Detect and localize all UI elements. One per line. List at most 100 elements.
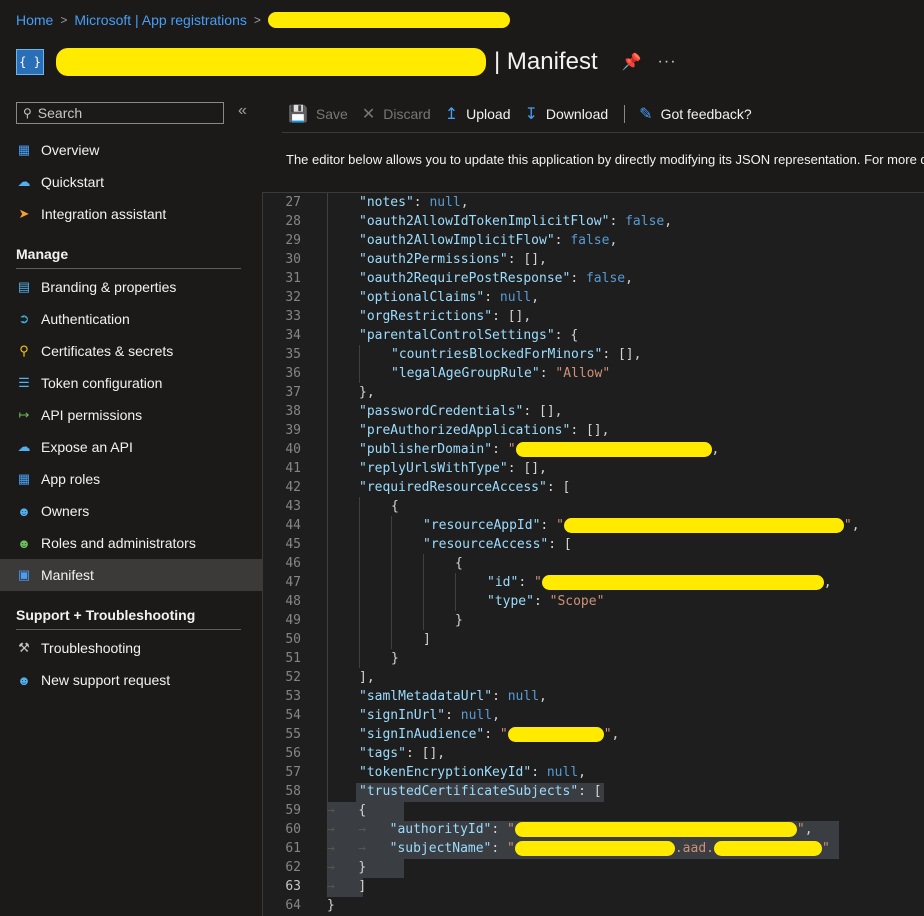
code-line: 56 "tags": [], [263,744,924,763]
line-number: 62 [285,860,301,875]
line-number: 50 [285,632,301,647]
sidebar-item-token-configuration[interactable]: ☰ Token configuration [0,367,262,399]
manifest-icon: ▣ [17,567,31,582]
line-number: 40 [285,442,301,457]
redaction-mark [507,727,604,742]
sidebar-item-owners[interactable]: ☻ Owners [0,495,262,527]
sidebar-item-api-permissions[interactable]: ↦ API permissions [0,399,262,431]
collapse-sidebar-icon[interactable]: « [238,102,247,120]
section-title-manage: Manage [16,246,69,262]
download-icon: ↧ [524,106,538,123]
redaction-mark [56,48,486,76]
code-line: 60 → → "authorityId": " ", [263,820,924,839]
search-placeholder: Search [37,105,83,121]
discard-label: Discard [383,106,431,122]
json-editor[interactable]: 27 "notes": null, 28 "oauth2AllowIdTokenIm… [262,192,924,916]
download-button[interactable]: ↧ Download [525,104,609,124]
sidebar-item-label: Expose an API [41,439,133,455]
page-header: { } | Manifest 📌 ··· [16,42,677,82]
code-line: 39 "preAuthorizedApplications": [], [263,421,924,440]
page-title: | Manifest [494,48,598,75]
code-line: 30 "oauth2Permissions": [], [263,250,924,269]
code-line: 41 "replyUrlsWithType": [], [263,459,924,478]
line-number: 34 [285,328,301,343]
json-key: "trustedCertificateSubjects" [359,784,579,799]
upload-button[interactable]: ↥ Upload [445,104,511,124]
line-number: 33 [285,309,301,324]
code-line: 40 "publisherDomain": ", [263,440,924,459]
line-number: 51 [285,651,301,666]
json-key: "oauth2Permissions" [359,252,508,267]
code-line: 48 "type": "Scope" [263,592,924,611]
download-label: Download [545,106,609,122]
line-number: 55 [285,727,301,742]
json-key: "signInUrl" [359,708,446,723]
sidebar-item-expose-api[interactable]: ☁ Expose an API [0,431,262,463]
sidebar-item-label: Branding & properties [41,279,177,295]
json-value: .aad. [674,841,714,856]
save-button[interactable]: 💾 Save [288,104,348,124]
sidebar-item-branding[interactable]: ▤ Branding & properties [0,271,262,303]
sidebar-item-troubleshooting[interactable]: ⚒ Troubleshooting [0,632,262,664]
json-key: "subjectName" [389,841,492,856]
sidebar-item-new-support-request[interactable]: ☻ New support request [0,664,262,696]
pin-icon[interactable]: 📌 [622,52,642,72]
sidebar-item-label: Owners [41,503,90,519]
breadcrumb-home[interactable]: Home [16,12,53,28]
token-config-icon: ☰ [18,375,30,390]
json-key: "type" [487,594,534,609]
redaction-mark [267,12,510,28]
line-number: 38 [285,404,301,419]
key-icon: ⚲ [19,343,29,358]
sidebar-item-certificates[interactable]: ⚲ Certificates & secrets [0,335,262,367]
code-line: 34 "parentalControlSettings": { [263,326,924,345]
code-line: 44 "resourceAppId": " ", [263,516,924,535]
feedback-button[interactable]: ✎ Got feedback? [639,104,751,124]
branding-icon: ▤ [17,279,31,294]
upload-icon: ↥ [444,106,459,123]
code-line: 64} [263,896,924,915]
json-value: null [460,708,493,723]
breadcrumb-app-registrations[interactable]: Microsoft | App registrations [74,12,246,28]
app-manifest-icon: { } [16,49,44,75]
overview-icon: ▦ [17,142,31,157]
json-key: "samlMetadataUrl" [359,689,493,704]
discard-button[interactable]: ✕ Discard [362,104,431,124]
json-key: "tokenEncryptionKeyId" [359,765,532,780]
sidebar-item-roles-admins[interactable]: ☻ Roles and administrators [0,527,262,559]
divider [282,132,924,133]
divider [16,629,241,630]
sidebar-item-manifest[interactable]: ▣ Manifest [0,559,262,591]
line-number: 44 [285,518,301,533]
line-number: 46 [285,556,301,571]
line-number: 36 [285,366,301,381]
line-number: 37 [285,385,301,400]
sidebar-item-integration-assistant[interactable]: ➤ Integration assistant [0,198,262,230]
code-line: 57 "tokenEncryptionKeyId": null, [263,763,924,782]
search-input[interactable]: ⚲ Search [16,102,224,124]
line-number: 58 [285,784,301,799]
code-line: 27 "notes": null, [263,193,924,212]
save-icon: 💾 [288,106,308,123]
line-number: 49 [285,613,301,628]
line-number: 54 [285,708,301,723]
code-line: 38 "passwordCredentials": [], [263,402,924,421]
sidebar-item-overview[interactable]: ▦ Overview [0,134,262,166]
sidebar-item-authentication[interactable]: ➲ Authentication [0,303,262,335]
more-icon[interactable]: ··· [658,53,677,71]
sidebar-item-label: Quickstart [41,174,105,190]
code-line: 63 → ] [263,877,924,896]
sidebar-item-label: Certificates & secrets [41,343,174,359]
upload-label: Upload [466,106,511,122]
sidebar-item-quickstart[interactable]: ☁ Quickstart [0,166,262,198]
search-icon: ⚲ [23,106,32,120]
line-number: 56 [285,746,301,761]
quickstart-icon: ☁ [17,174,31,189]
redaction-mark [714,841,822,856]
json-value: null [507,689,540,704]
app-roles-icon: ▦ [17,471,31,486]
code-line: 31 "oauth2RequirePostResponse": false, [263,269,924,288]
sidebar-item-app-roles[interactable]: ▦ App roles [0,463,262,495]
line-number: 59 [285,803,301,818]
code-line: 37}, [263,383,924,402]
